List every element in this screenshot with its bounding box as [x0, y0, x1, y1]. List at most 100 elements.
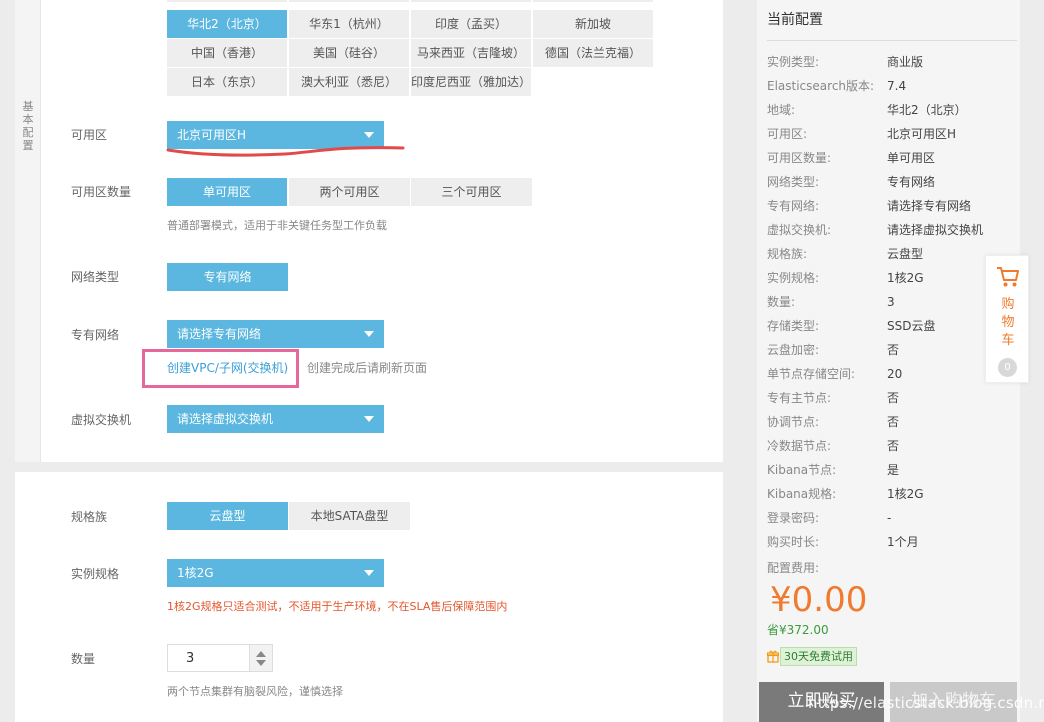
basic-config-section-tab: 基 本 配 置 — [15, 0, 41, 462]
summary-value: 否 — [887, 391, 900, 405]
network-type-vpc[interactable]: 专有网络 — [167, 263, 288, 291]
region-option-singapore[interactable]: 新加坡 — [533, 10, 653, 38]
summary-key: 可用区: — [767, 127, 808, 141]
spec-family-cloud-disk[interactable]: 云盘型 — [167, 502, 288, 530]
zone-count-three[interactable]: 三个可用区 — [411, 178, 532, 206]
summary-key: 专有网络: — [767, 199, 820, 213]
summary-key: 购买时长: — [767, 535, 820, 549]
zone-count-two[interactable]: 两个可用区 — [289, 178, 410, 206]
summary-value: 3 — [887, 295, 895, 309]
stepper-buttons — [250, 645, 272, 671]
network-type-label: 网络类型 — [71, 270, 120, 284]
cart-label-char: 车 — [1001, 333, 1015, 348]
summary-key: 虚拟交换机: — [767, 223, 832, 237]
region-option-partial[interactable] — [533, 0, 653, 2]
region-option-frankfurt[interactable]: 德国（法兰克福） — [533, 39, 653, 67]
quantity-stepper — [167, 644, 273, 672]
fee-label: 配置费用: — [767, 561, 820, 575]
region-option-beijing[interactable]: 华北2（北京） — [167, 10, 287, 38]
region-option-hongkong[interactable]: 中国（香港） — [167, 39, 287, 67]
spec-family-label: 规格族 — [71, 510, 108, 524]
summary-value: 请选择专有网络 — [887, 199, 972, 213]
summary-value: 单可用区 — [887, 151, 936, 165]
saving-amount: 省¥372.00 — [767, 623, 829, 637]
summary-key: 冷数据节点: — [767, 439, 832, 453]
summary-value: 1个月 — [887, 535, 919, 549]
floating-cart[interactable]: 购 物 车 0 — [985, 255, 1029, 383]
watermark: https://elasticstack.blog.csdn.net — [808, 694, 1044, 712]
region-option-partial[interactable] — [411, 0, 531, 2]
instance-spec-warning: 1核2G规格只适合测试，不适用于生产环境，不在SLA售后保障范围内 — [167, 600, 508, 613]
gift-icon — [766, 650, 780, 666]
red-underline-annotation — [166, 146, 405, 157]
instance-spec-select[interactable]: 1核2G — [167, 559, 384, 587]
chevron-down-icon — [364, 570, 374, 576]
summary-key: 单节点存储空间: — [767, 367, 856, 381]
region-option-mumbai[interactable]: 印度（孟买） — [411, 10, 531, 38]
quantity-hint: 两个节点集群有脑裂风险，谨慎选择 — [167, 685, 343, 698]
decrement-icon[interactable] — [256, 660, 266, 666]
summary-value: 7.4 — [887, 79, 907, 93]
region-option-tokyo[interactable]: 日本（东京） — [167, 68, 287, 96]
summary-value: 1核2G — [887, 487, 924, 501]
summary-key: 登录密码: — [767, 511, 820, 525]
summary-value: 否 — [887, 415, 900, 429]
zone-count-single[interactable]: 单可用区 — [167, 178, 287, 206]
section-tab-char: 配 — [22, 126, 34, 139]
summary-title: 当前配置 — [767, 12, 823, 28]
vswitch-select-value: 请选择虚拟交换机 — [177, 412, 274, 426]
increment-icon[interactable] — [256, 651, 266, 657]
vpc-label: 专有网络 — [71, 328, 120, 342]
summary-value: 华北2（北京） — [887, 103, 967, 117]
summary-value: 专有网络 — [887, 175, 936, 189]
vswitch-select[interactable]: 请选择虚拟交换机 — [167, 405, 384, 433]
summary-key: 实例规格: — [767, 271, 820, 285]
vpc-refresh-hint: 创建完成后请刷新页面 — [307, 361, 428, 375]
create-vpc-link[interactable]: 创建VPC/子网(交换机) — [167, 361, 288, 375]
zone-label: 可用区 — [71, 128, 108, 142]
summary-value: 商业版 — [887, 55, 924, 69]
zone-count-label: 可用区数量 — [71, 185, 132, 199]
summary-key: 数量: — [767, 295, 796, 309]
quantity-label: 数量 — [71, 652, 96, 666]
shopping-cart-icon — [997, 267, 1019, 287]
chevron-down-icon — [364, 416, 374, 422]
quantity-input[interactable] — [168, 645, 250, 671]
section-tab-char: 本 — [22, 113, 34, 126]
summary-key: 专有主节点: — [767, 391, 832, 405]
region-option-silicon-valley[interactable]: 美国（硅谷） — [289, 39, 409, 67]
summary-key: 地域: — [767, 103, 796, 117]
instance-spec-value: 1核2G — [177, 566, 214, 580]
summary-value: 请选择虚拟交换机 — [887, 223, 984, 237]
zone-select-value: 北京可用区H — [177, 128, 247, 142]
section-tab-char: 基 — [22, 100, 34, 113]
region-option-sydney[interactable]: 澳大利亚（悉尼） — [289, 68, 409, 96]
summary-value: 否 — [887, 439, 900, 453]
region-option-partial[interactable] — [289, 0, 409, 2]
summary-key: Kibana节点: — [767, 463, 837, 477]
summary-key: 网络类型: — [767, 175, 820, 189]
summary-key: 协调节点: — [767, 415, 820, 429]
chevron-down-icon — [364, 132, 374, 138]
cart-count-badge: 0 — [998, 358, 1017, 377]
free-trial-badge: 30天免费试用 — [780, 647, 857, 666]
summary-divider — [767, 40, 1017, 41]
summary-key: 云盘加密: — [767, 343, 820, 357]
vpc-select[interactable]: 请选择专有网络 — [167, 320, 384, 348]
summary-value: 否 — [887, 343, 900, 357]
summary-key: Elasticsearch版本: — [767, 79, 875, 93]
instance-spec-label: 实例规格 — [71, 567, 120, 581]
region-option-jakarta[interactable]: 印度尼西亚（雅加达） — [411, 68, 531, 96]
region-option-partial[interactable] — [167, 0, 287, 2]
summary-value: SSD云盘 — [887, 319, 936, 333]
summary-value: 1核2G — [887, 271, 924, 285]
summary-key: 存储类型: — [767, 319, 820, 333]
vswitch-label: 虚拟交换机 — [71, 413, 132, 427]
spec-family-local-sata[interactable]: 本地SATA盘型 — [289, 502, 410, 530]
summary-key: 可用区数量: — [767, 151, 832, 165]
summary-value: 20 — [887, 367, 903, 381]
region-option-kuala-lumpur[interactable]: 马来西亚（吉隆坡） — [411, 39, 531, 67]
price-value: ¥0.00 — [770, 580, 868, 620]
region-option-hangzhou[interactable]: 华东1（杭州） — [289, 10, 409, 38]
summary-value: 北京可用区H — [887, 127, 957, 141]
